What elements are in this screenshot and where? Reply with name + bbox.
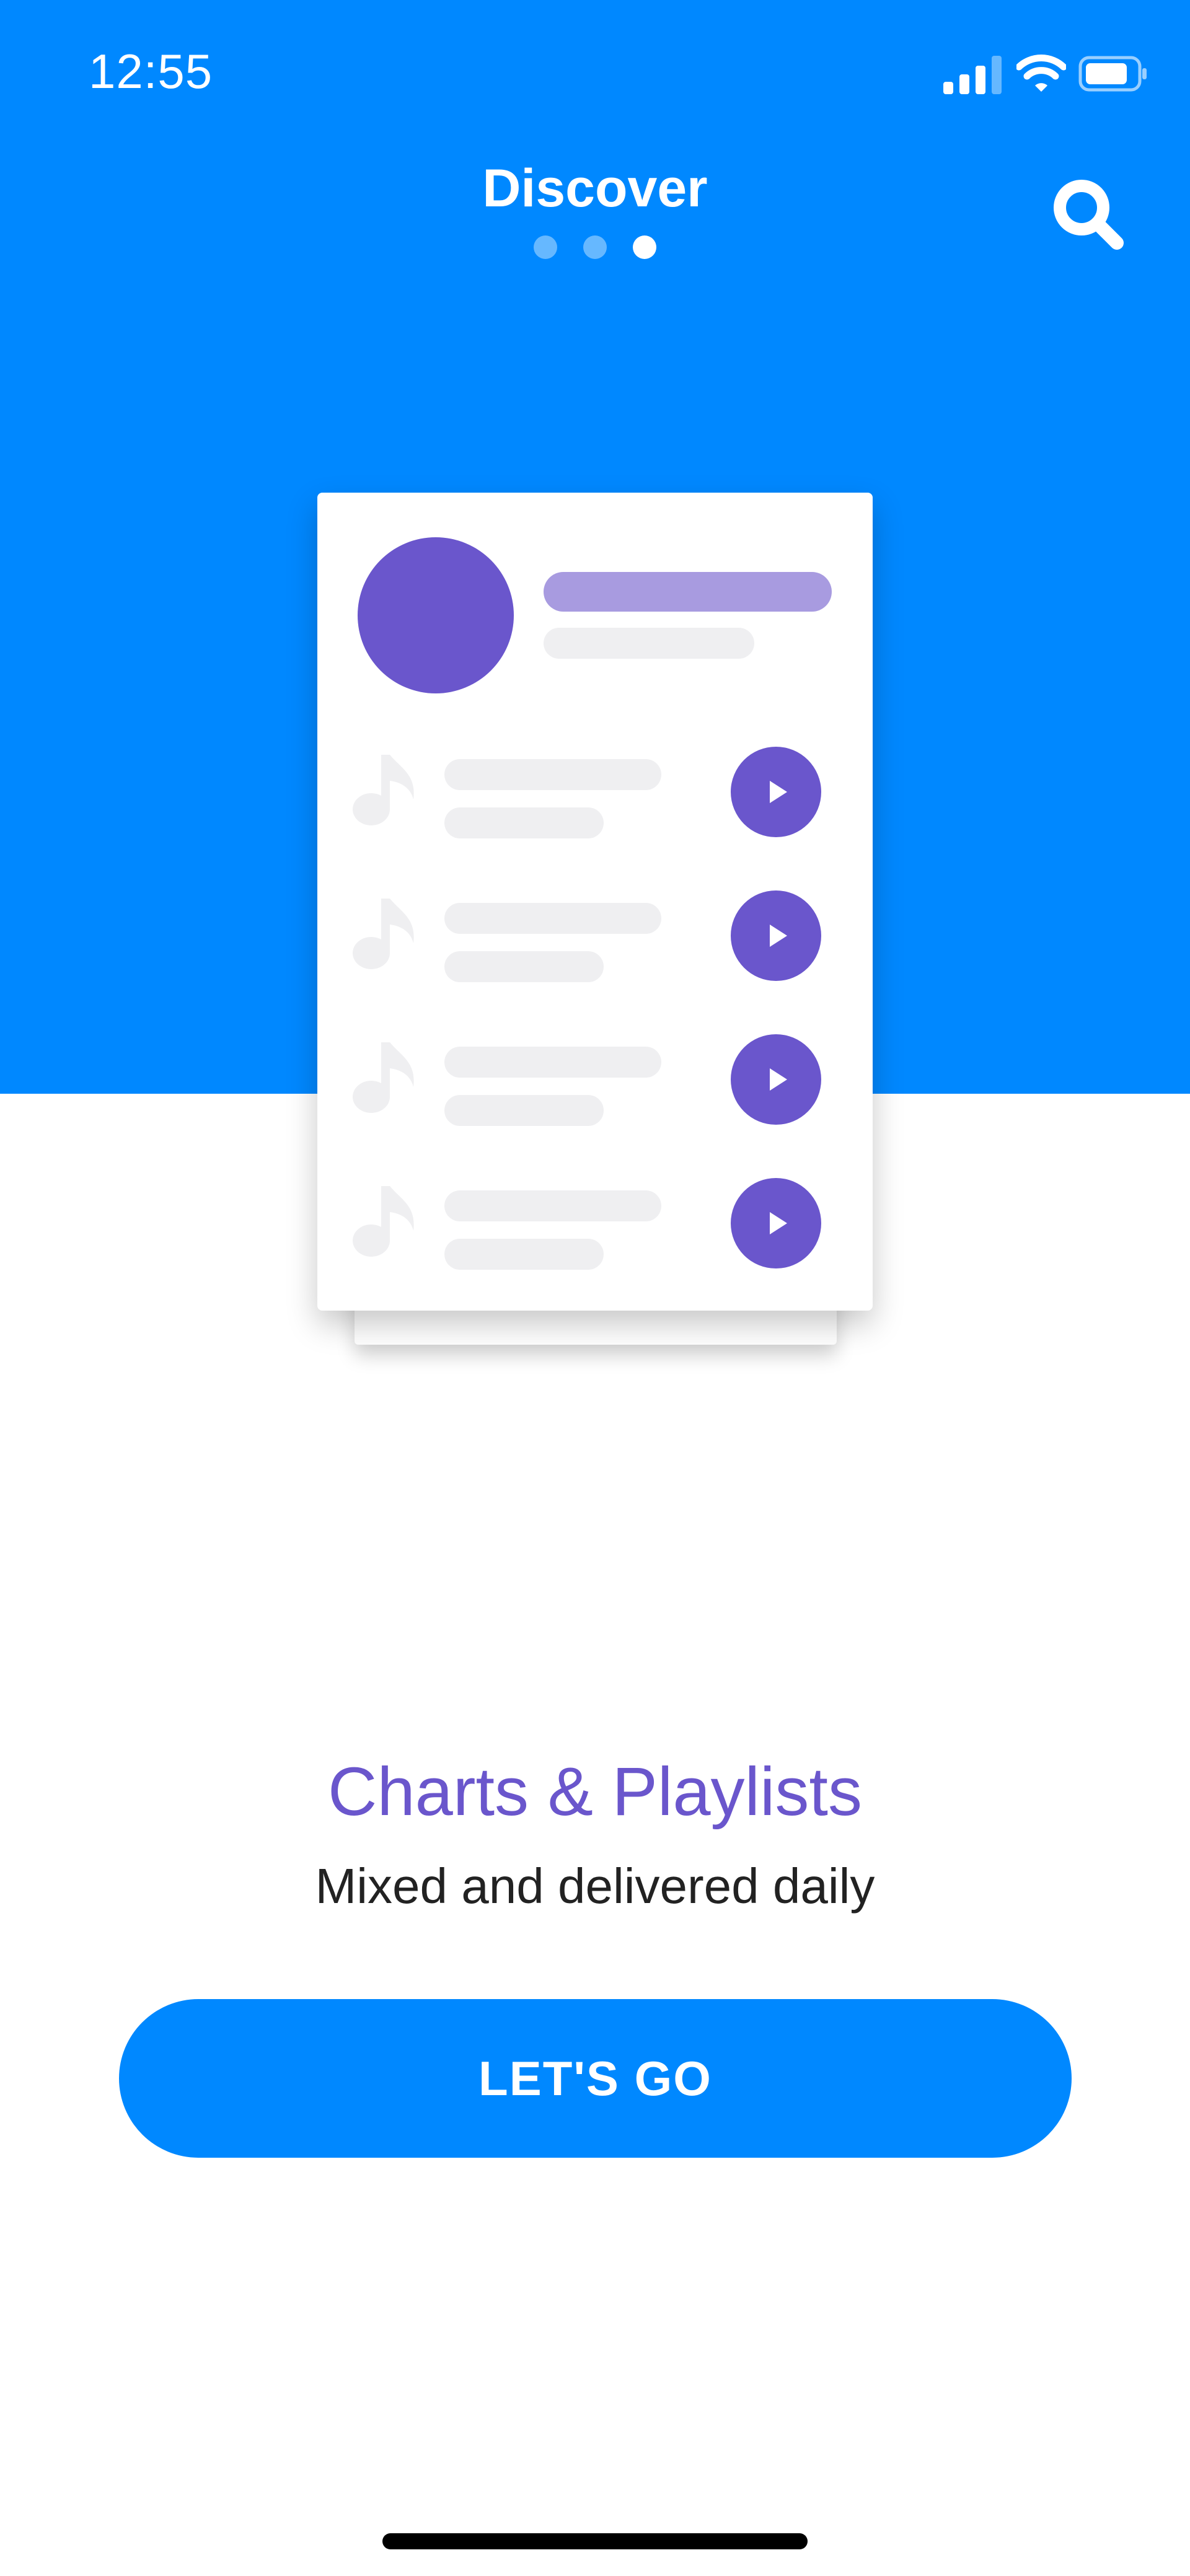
- playlist-title-placeholder: [544, 572, 832, 612]
- track-row: [317, 1175, 873, 1274]
- wifi-icon: [1016, 55, 1066, 92]
- track-row: [317, 1031, 873, 1130]
- battery-icon: [1078, 56, 1147, 92]
- track-title-placeholder: [444, 1190, 661, 1221]
- track-title-placeholder: [444, 903, 661, 934]
- signal-icon: [943, 56, 1002, 94]
- onboarding-subheadline: Mixed and delivered daily: [315, 1858, 875, 1914]
- play-button[interactable]: [731, 1178, 821, 1268]
- playlist-illustration-card: [317, 493, 873, 1311]
- music-note-icon: [353, 1042, 414, 1113]
- status-icons: [943, 52, 1147, 95]
- track-row: [317, 744, 873, 843]
- play-icon: [770, 1212, 787, 1234]
- track-artist-placeholder: [444, 807, 604, 838]
- page-dot[interactable]: [534, 235, 557, 259]
- play-icon: [770, 1068, 787, 1091]
- search-button[interactable]: [1047, 174, 1128, 254]
- onboarding-headline: Charts & Playlists: [328, 1754, 862, 1830]
- page-title: Discover: [482, 159, 708, 218]
- playlist-subtitle-placeholder: [544, 628, 754, 659]
- music-note-icon: [353, 1186, 414, 1257]
- music-note-icon: [353, 755, 414, 825]
- page-dot[interactable]: [583, 235, 607, 259]
- track-row: [317, 887, 873, 987]
- track-artist-placeholder: [444, 951, 604, 982]
- page-dot-active[interactable]: [633, 235, 656, 259]
- track-artist-placeholder: [444, 1239, 604, 1270]
- play-button[interactable]: [731, 747, 821, 837]
- track-title-placeholder: [444, 1047, 661, 1078]
- play-icon: [770, 925, 787, 947]
- play-button[interactable]: [731, 1034, 821, 1125]
- music-note-icon: [353, 899, 414, 969]
- page-indicator[interactable]: [0, 235, 1190, 260]
- track-artist-placeholder: [444, 1095, 604, 1126]
- track-title-placeholder: [444, 759, 661, 790]
- search-icon: [1054, 180, 1124, 250]
- home-indicator[interactable]: [382, 2533, 808, 2549]
- play-icon: [770, 781, 787, 803]
- lets-go-button[interactable]: LET'S GO: [119, 1999, 1072, 2158]
- status-time: 12:55: [89, 44, 213, 99]
- playlist-cover: [358, 537, 514, 693]
- play-button[interactable]: [731, 890, 821, 981]
